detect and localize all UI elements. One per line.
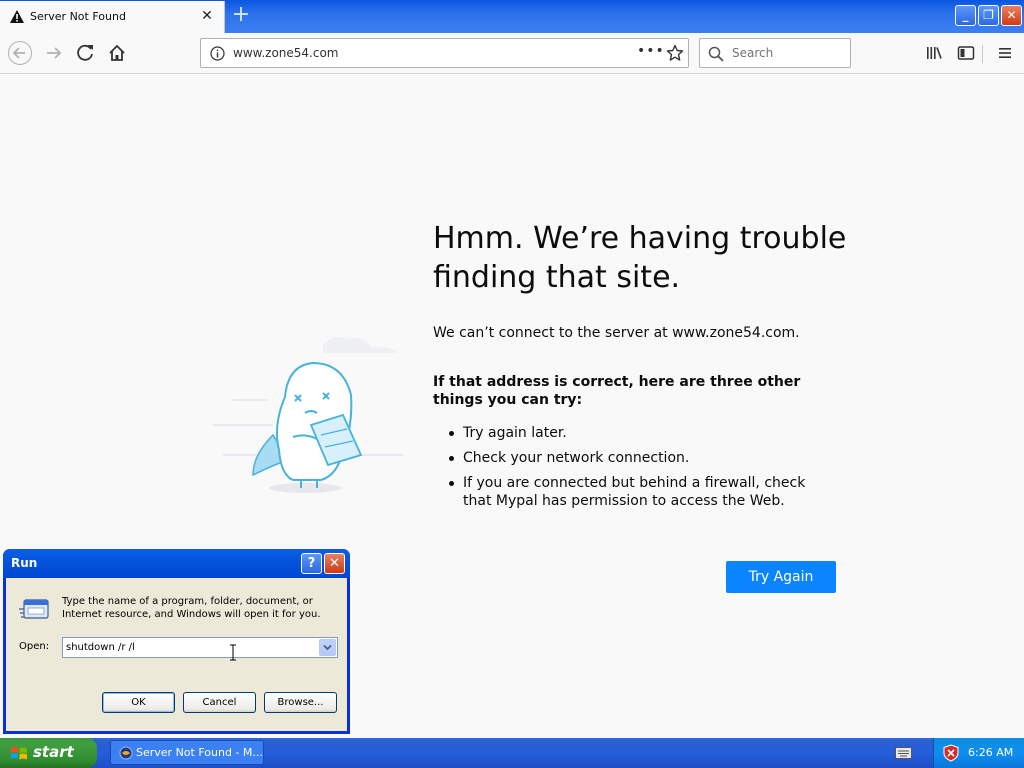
tab-strip: Server Not Found ✕ + _ ❐ ✕	[0, 0, 1024, 33]
run-dialog-titlebar[interactable]: Run ? ✕	[3, 549, 350, 578]
combobox-dropdown-button[interactable]	[319, 639, 336, 656]
help-button[interactable]: ?	[301, 553, 322, 574]
error-description: We can’t connect to the server at www.zo…	[433, 325, 800, 341]
browse-button[interactable]: Browse...	[264, 692, 337, 713]
url-text[interactable]: www.zone54.com	[233, 46, 339, 60]
tab-server-not-found[interactable]: Server Not Found ✕	[0, 1, 225, 33]
address-bar[interactable]: www.zone54.com •••	[200, 38, 689, 68]
tab-title: Server Not Found	[30, 10, 126, 23]
library-icon[interactable]	[925, 44, 943, 62]
taskbar: start Server Not Found - M... 6:26 AM	[0, 738, 1024, 768]
search-bar[interactable]: Search	[699, 38, 851, 68]
reload-icon[interactable]	[73, 41, 99, 65]
run-dialog-title: Run	[11, 556, 38, 570]
list-item: Check your network connection.	[449, 449, 829, 467]
error-hint: If that address is correct, here are thr…	[433, 374, 801, 408]
list-item: Try again later.	[449, 424, 829, 442]
run-dialog: Run ? ✕ Type the name of a program, fold…	[3, 549, 350, 734]
open-input[interactable]	[66, 640, 316, 655]
open-combobox[interactable]	[62, 637, 338, 658]
hamburger-menu-icon[interactable]	[996, 44, 1014, 62]
browser-app-icon	[119, 746, 133, 760]
sidebar-icon[interactable]	[957, 44, 975, 62]
bookmark-star-icon[interactable]	[666, 44, 684, 62]
new-tab-button[interactable]: +	[230, 4, 252, 28]
open-label: Open:	[19, 641, 50, 652]
chevron-down-icon	[323, 644, 332, 651]
home-icon[interactable]	[104, 41, 130, 65]
clock: 6:26 AM	[968, 746, 1014, 759]
text-cursor-icon	[230, 644, 236, 661]
security-shield-icon[interactable]	[943, 744, 959, 762]
try-again-button[interactable]: Try Again	[726, 561, 836, 593]
run-dialog-description: Type the name of a program, folder, docu…	[62, 596, 321, 620]
search-icon	[708, 46, 724, 62]
dialog-close-button[interactable]: ✕	[324, 553, 345, 574]
tab-close-icon[interactable]: ✕	[199, 8, 215, 24]
taskbar-item-label: Server Not Found - M...	[136, 746, 263, 759]
start-button[interactable]: start	[0, 738, 97, 768]
run-program-icon	[19, 599, 49, 619]
ok-button[interactable]: OK	[102, 692, 175, 713]
forward-arrow-icon[interactable]	[41, 41, 67, 65]
restore-button[interactable]: ❐	[978, 5, 999, 26]
lost-creature-illustration	[213, 337, 403, 493]
start-label: start	[33, 743, 74, 761]
back-arrow-icon[interactable]	[7, 41, 33, 65]
error-title: Hmm. We’re having trouble finding that s…	[433, 221, 847, 295]
taskbar-item-browser[interactable]: Server Not Found - M...	[110, 740, 264, 765]
search-placeholder: Search	[732, 46, 774, 60]
window-close-button[interactable]: ✕	[1001, 5, 1022, 26]
warning-icon	[10, 10, 24, 23]
navigation-toolbar: www.zone54.com ••• Search	[0, 33, 1024, 74]
list-item: If you are connected but behind a firewa…	[449, 474, 829, 510]
windows-logo-icon	[11, 747, 27, 760]
minimize-button[interactable]: _	[955, 5, 976, 26]
suggestion-list: Try again later. Check your network conn…	[449, 424, 829, 517]
cancel-button[interactable]: Cancel	[183, 692, 256, 713]
toolbar-divider	[982, 45, 983, 63]
system-tray: 6:26 AM	[933, 738, 1024, 768]
page-actions-icon[interactable]: •••	[637, 43, 665, 59]
info-icon[interactable]	[210, 46, 225, 61]
keyboard-icon[interactable]	[895, 747, 912, 759]
